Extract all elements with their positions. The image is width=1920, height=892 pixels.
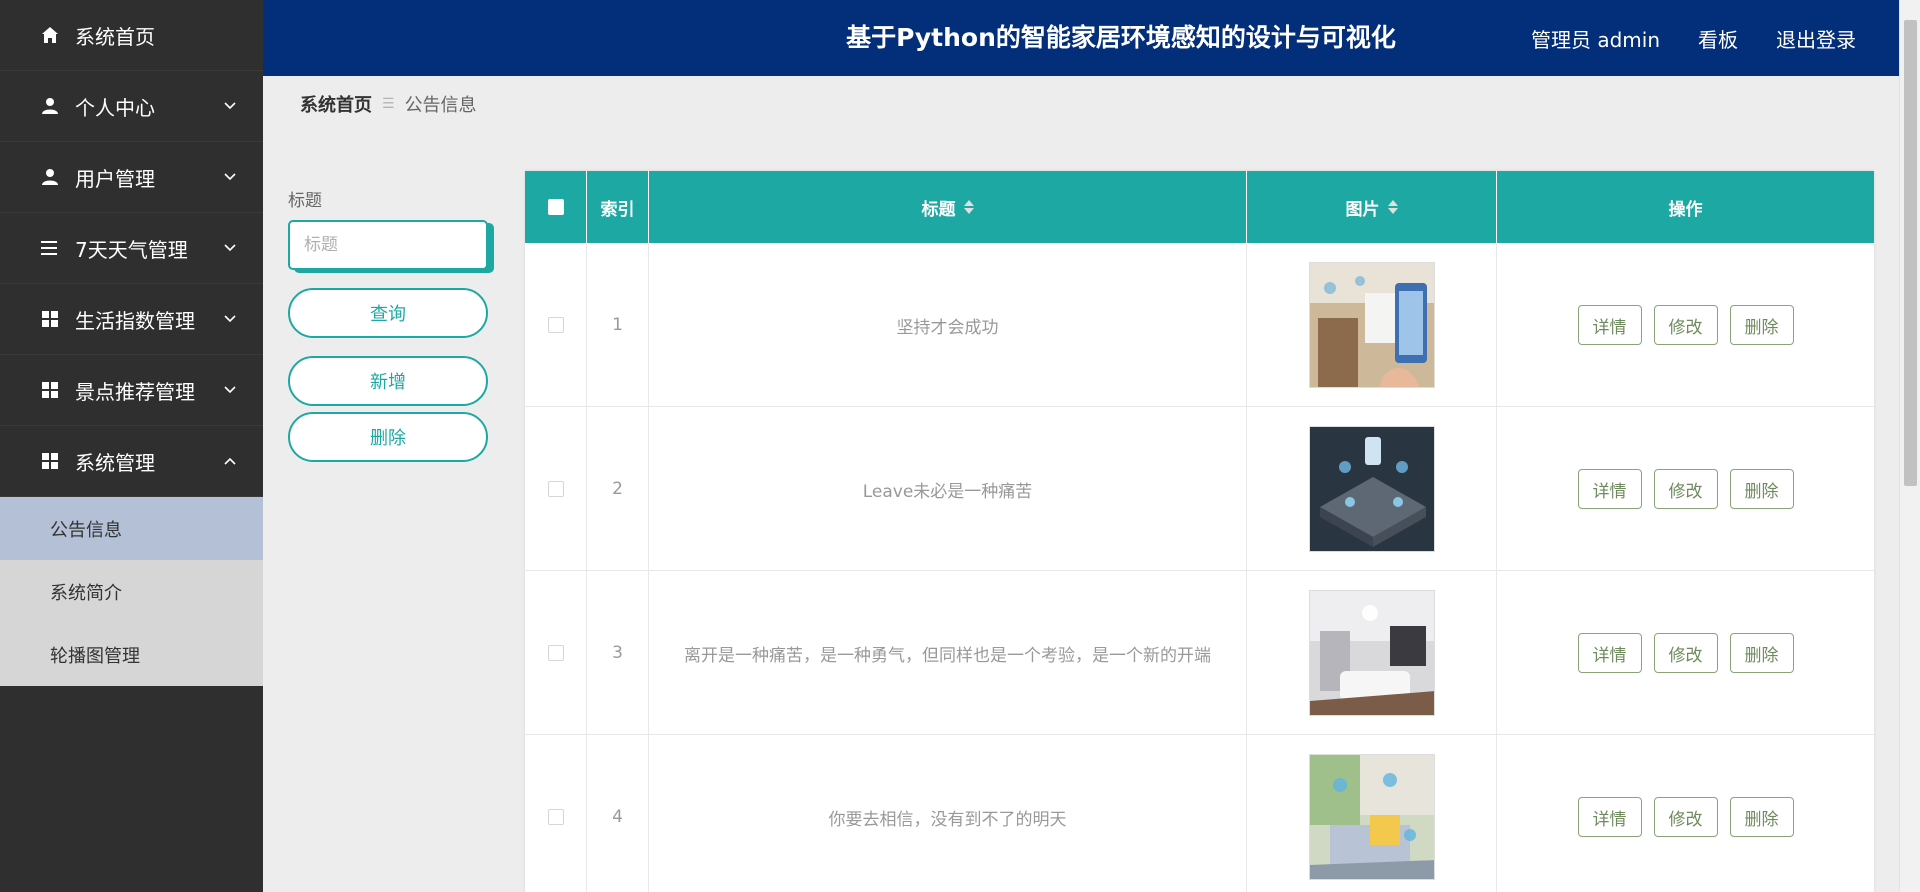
scrollbar-thumb[interactable] (1904, 20, 1917, 486)
delete-button[interactable]: 删除 (1729, 305, 1794, 345)
query-button[interactable]: 查询 (288, 288, 488, 338)
row-checkbox[interactable] (547, 317, 564, 333)
grid-icon (40, 451, 60, 471)
header-select-all[interactable] (525, 171, 587, 243)
user-icon (40, 96, 60, 116)
sidebar-item-label: 用户管理 (75, 166, 155, 191)
sidebar-item-label: 生活指数管理 (75, 308, 195, 333)
sidebar-item-label: 个人中心 (75, 95, 155, 120)
sidebar-item-system-management[interactable]: 系统管理 (0, 426, 263, 497)
row-checkbox[interactable] (547, 809, 564, 825)
sidebar: 系统首页 个人中心 用户管理 7天天气管理 生活指数管理 景点推荐管理 系统管理… (0, 0, 263, 892)
row-image[interactable] (1308, 590, 1435, 716)
row-title: 离开是一种痛苦，是一种勇气，但同样也是一个考验，是一个新的开端 (649, 571, 1247, 735)
edit-button[interactable]: 修改 (1653, 305, 1718, 345)
sidebar-item-label: 系统管理 (75, 450, 155, 475)
detail-button[interactable]: 详情 (1577, 305, 1642, 345)
edit-button[interactable]: 修改 (1653, 469, 1718, 509)
search-title-label: 标题 (288, 191, 322, 211)
page-scrollbar[interactable] (1899, 0, 1920, 892)
chevron-down-icon (223, 170, 237, 184)
detail-button[interactable]: 详情 (1577, 797, 1642, 837)
delete-button[interactable]: 删除 (1729, 469, 1794, 509)
system-submenu: 公告信息 系统简介 轮播图管理 (0, 497, 263, 686)
add-button[interactable]: 新增 (288, 356, 488, 406)
edit-button[interactable]: 修改 (1653, 633, 1718, 673)
submenu-item-announcements[interactable]: 公告信息 (0, 497, 263, 560)
detail-button[interactable]: 详情 (1577, 633, 1642, 673)
row-image[interactable] (1308, 754, 1435, 880)
row-index: 2 (587, 407, 649, 571)
row-index: 1 (587, 243, 649, 407)
row-title: Leave未必是一种痛苦 (649, 407, 1247, 571)
table-row: 4 你要去相信，没有到不了的明天 详情 修改 删除 (525, 735, 1874, 892)
list-icon (40, 238, 60, 258)
sidebar-item-attractions[interactable]: 景点推荐管理 (0, 355, 263, 426)
sort-icon[interactable] (963, 200, 974, 214)
column-header-title[interactable]: 标题 (649, 171, 1247, 243)
header-actions: 管理员 admin 看板 退出登录 (1531, 0, 1856, 76)
breadcrumb-current: 公告信息 (404, 95, 477, 116)
batch-delete-button[interactable]: 删除 (288, 412, 488, 462)
sidebar-item-label: 系统首页 (75, 24, 155, 49)
table-row: 1 坚持才会成功 详情 修改 删除 (525, 243, 1874, 407)
sidebar-item-personal-center[interactable]: 个人中心 (0, 71, 263, 142)
column-header-actions: 操作 (1668, 199, 1703, 220)
row-index: 3 (587, 571, 649, 735)
row-title: 坚持才会成功 (649, 243, 1247, 407)
grid-icon (40, 309, 60, 329)
chevron-down-icon (223, 312, 237, 326)
delete-button[interactable]: 删除 (1729, 633, 1794, 673)
edit-button[interactable]: 修改 (1653, 797, 1718, 837)
detail-button[interactable]: 详情 (1577, 469, 1642, 509)
breadcrumb: 系统首页 ☰ 公告信息 (300, 92, 477, 116)
breadcrumb-home[interactable]: 系统首页 (300, 91, 372, 117)
top-header: 基于Python的智能家居环境感知的设计与可视化 管理员 admin 看板 退出… (263, 0, 1899, 76)
chevron-down-icon (223, 99, 237, 113)
chevron-up-icon (223, 454, 237, 468)
sidebar-item-weather[interactable]: 7天天气管理 (0, 213, 263, 284)
row-image[interactable] (1308, 262, 1435, 388)
search-title-input[interactable] (288, 220, 488, 270)
delete-button[interactable]: 删除 (1729, 797, 1794, 837)
sidebar-item-user-management[interactable]: 用户管理 (0, 142, 263, 213)
row-title: 你要去相信，没有到不了的明天 (649, 735, 1247, 892)
row-checkbox[interactable] (547, 481, 564, 497)
sidebar-item-life-index[interactable]: 生活指数管理 (0, 284, 263, 355)
chevron-down-icon (223, 383, 237, 397)
table-header: 索引 标题 图片 操作 (525, 171, 1874, 243)
sort-icon[interactable] (1387, 200, 1398, 214)
sidebar-item-label: 景点推荐管理 (75, 379, 195, 404)
select-all-checkbox[interactable] (547, 199, 564, 215)
logout-link[interactable]: 退出登录 (1776, 24, 1856, 53)
submenu-item-carousel[interactable]: 轮播图管理 (0, 623, 263, 686)
breadcrumb-separator-icon: ☰ (382, 96, 395, 112)
row-image[interactable] (1308, 426, 1435, 552)
chevron-down-icon (223, 241, 237, 255)
table-row: 2 Leave未必是一种痛苦 详情 修改 删除 (525, 407, 1874, 571)
grid-icon (40, 380, 60, 400)
sidebar-item-label: 7天天气管理 (75, 237, 188, 262)
row-index: 4 (587, 735, 649, 892)
table-row: 3 离开是一种痛苦，是一种勇气，但同样也是一个考验，是一个新的开端 详情 修改 … (525, 571, 1874, 735)
announcement-table: 索引 标题 图片 操作 1 坚持才会成功 详情 修改 删除 2 Leave未必是… (525, 171, 1874, 892)
column-header-index: 索引 (587, 171, 649, 243)
column-header-image[interactable]: 图片 (1247, 171, 1497, 243)
home-icon (40, 25, 60, 45)
sidebar-item-home[interactable]: 系统首页 (0, 0, 263, 71)
board-link[interactable]: 看板 (1698, 24, 1738, 53)
submenu-item-system-intro[interactable]: 系统简介 (0, 560, 263, 623)
user-label[interactable]: 管理员 admin (1531, 24, 1660, 53)
user-icon (40, 167, 60, 187)
row-checkbox[interactable] (547, 645, 564, 661)
